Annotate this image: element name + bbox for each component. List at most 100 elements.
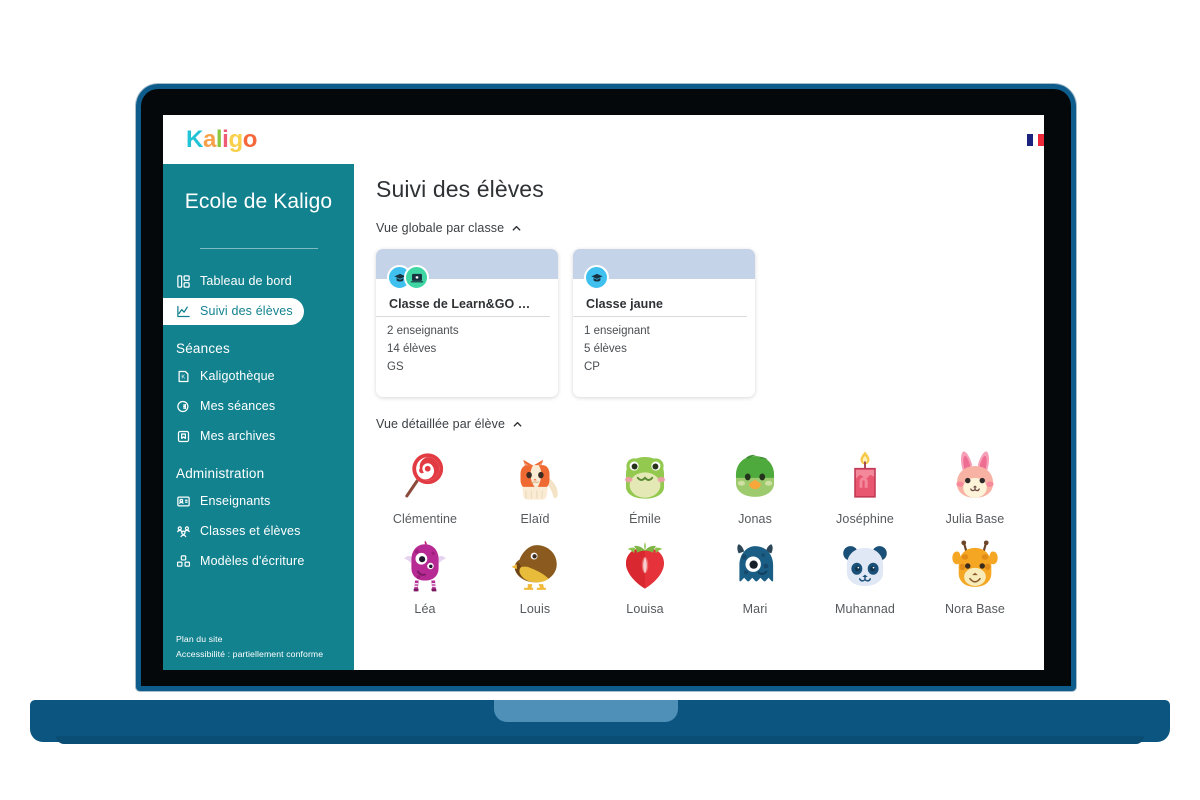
brown-bird-avatar xyxy=(505,536,565,596)
section-toggle-detail[interactable]: Vue détaillée par élève xyxy=(354,417,1044,431)
student-name: Louisa xyxy=(626,602,664,616)
session-icon xyxy=(176,399,191,414)
logo-letter: K xyxy=(186,125,203,153)
class-card[interactable]: Classe de Learn&GO KA... 2 enseignants 1… xyxy=(376,249,558,397)
logo-letter: o xyxy=(242,125,258,153)
student-name: Émile xyxy=(629,512,661,526)
class-card-level: CP xyxy=(584,360,600,373)
people-icon xyxy=(176,524,191,539)
student-card[interactable]: Émile xyxy=(590,437,700,526)
sidebar-item-label: Modèles d'écriture xyxy=(200,554,305,569)
cat-avatar xyxy=(505,446,565,506)
student-name: Louis xyxy=(519,602,551,616)
sidebar-footer: Plan du site Accessibilité : partielleme… xyxy=(163,632,354,661)
sidebar-item-kaligotheque[interactable]: K Kaligothèque xyxy=(163,363,354,390)
blocks-icon xyxy=(176,554,191,569)
candle-avatar xyxy=(835,446,895,506)
frog-avatar xyxy=(615,446,675,506)
panda-avatar xyxy=(835,536,895,596)
archive-icon xyxy=(176,429,191,444)
school-name: Ecole de Kaligo xyxy=(184,190,333,213)
sidebar-item-mes-archives[interactable]: Mes archives xyxy=(163,423,354,450)
sidebar-item-mes-seances[interactable]: Mes séances xyxy=(163,393,354,420)
library-icon: K xyxy=(176,369,191,384)
student-grid: Clémentine Elaïd Émile Jonas Joséphine J… xyxy=(354,431,1044,616)
student-card[interactable]: Louisa xyxy=(590,527,700,616)
chevron-up-icon xyxy=(513,421,522,427)
laptop-mockup: Kaligo ? Ecole de Kaligo xyxy=(0,0,1200,800)
sidebar: Ecole de Kaligo Tableau de bord Suivi de… xyxy=(163,164,354,670)
sidebar-item-tableau-de-bord[interactable]: Tableau de bord xyxy=(163,268,354,295)
class-card-students: 5 élèves xyxy=(584,342,627,355)
giraffe-avatar xyxy=(945,536,1005,596)
blue-monster-avatar xyxy=(725,536,785,596)
student-card[interactable]: Julia Base xyxy=(920,437,1030,526)
main-content: Suivi des élèves Vue globale par classe xyxy=(354,164,1044,670)
accessibility-link[interactable]: Accessibilité : partiellement conforme xyxy=(176,647,354,661)
sidebar-item-label: Enseignants xyxy=(200,494,271,509)
lollipop-avatar xyxy=(395,446,455,506)
sidebar-section-administration: Administration xyxy=(176,465,265,481)
student-card[interactable]: Léa xyxy=(370,527,480,616)
site-map-link[interactable]: Plan du site xyxy=(176,632,354,646)
sidebar-item-suivi-des-eleves[interactable]: Suivi des élèves xyxy=(163,297,304,325)
class-card-meta: 2 enseignants 14 élèves GS xyxy=(376,317,558,376)
sidebar-divider xyxy=(199,247,318,249)
class-card[interactable]: Classe jaune 1 enseignant 5 élèves CP xyxy=(573,249,755,397)
sidebar-nav: Tableau de bord Suivi des élèves Séances xyxy=(163,268,354,575)
france-flag-icon[interactable] xyxy=(1027,133,1044,146)
laptop-trackpad-notch xyxy=(494,700,678,722)
sidebar-item-label: Tableau de bord xyxy=(200,274,292,289)
student-name: Elaïd xyxy=(520,512,550,526)
student-card[interactable]: Clémentine xyxy=(370,437,480,526)
kaligo-logo[interactable]: Kaligo xyxy=(186,125,258,153)
student-card[interactable]: Louis xyxy=(480,527,590,616)
logo-letter: a xyxy=(202,125,216,153)
laptop-screen: Kaligo ? Ecole de Kaligo xyxy=(163,115,1044,670)
page-title: Suivi des élèves xyxy=(376,176,544,202)
sidebar-item-label: Mes séances xyxy=(200,399,276,414)
student-name: Nora Base xyxy=(945,602,1005,616)
id-card-icon xyxy=(176,494,191,509)
class-card-meta: 1 enseignant 5 élèves CP xyxy=(573,317,755,376)
sidebar-item-label: Classes et élèves xyxy=(200,524,301,539)
sidebar-item-label: Suivi des élèves xyxy=(200,304,293,319)
student-card[interactable]: Nora Base xyxy=(920,527,1030,616)
strawberry-avatar xyxy=(615,536,675,596)
chevron-up-icon xyxy=(512,225,521,231)
purple-monster-avatar xyxy=(395,536,455,596)
class-card-teachers: 1 enseignant xyxy=(584,325,650,337)
student-name: Léa xyxy=(414,602,436,616)
class-card-badges xyxy=(387,265,429,290)
laptop-base-lip xyxy=(56,736,1144,744)
logo-letter: g xyxy=(228,125,243,153)
sidebar-item-classes-et-eleves[interactable]: Classes et élèves xyxy=(163,518,354,545)
sidebar-item-label: Kaligothèque xyxy=(200,369,275,384)
student-name: Jonas xyxy=(738,512,772,526)
chart-line-icon xyxy=(176,304,191,319)
class-card-level: GS xyxy=(387,360,404,373)
student-card[interactable]: Joséphine xyxy=(810,437,920,526)
dashboard-icon xyxy=(176,274,191,289)
student-name: Clémentine xyxy=(392,512,458,526)
student-card[interactable]: Jonas xyxy=(700,437,810,526)
class-card-teachers: 2 enseignants xyxy=(387,325,459,337)
graduation-cap-icon xyxy=(584,265,609,290)
student-card[interactable]: Mari xyxy=(700,527,810,616)
section-toggle-global[interactable]: Vue globale par classe xyxy=(354,221,1044,235)
class-cards-list: Classe de Learn&GO KA... 2 enseignants 1… xyxy=(354,235,1044,397)
student-name: Julia Base xyxy=(945,512,1005,526)
svg-text:K: K xyxy=(181,374,185,380)
sidebar-section-seances: Séances xyxy=(176,340,230,356)
laptop-screen-icon xyxy=(404,265,429,290)
class-card-badges xyxy=(584,265,609,290)
student-card[interactable]: Elaïd xyxy=(480,437,590,526)
pink-bunny-avatar xyxy=(945,446,1005,506)
header-actions: ? xyxy=(1027,133,1044,146)
app-header: Kaligo ? xyxy=(163,115,1044,164)
green-bird-avatar xyxy=(725,446,785,506)
sidebar-item-enseignants[interactable]: Enseignants xyxy=(163,488,354,515)
sidebar-item-modeles-decriture[interactable]: Modèles d'écriture xyxy=(163,548,354,575)
student-card[interactable]: Muhannad xyxy=(810,527,920,616)
sidebar-item-label: Mes archives xyxy=(200,429,276,444)
